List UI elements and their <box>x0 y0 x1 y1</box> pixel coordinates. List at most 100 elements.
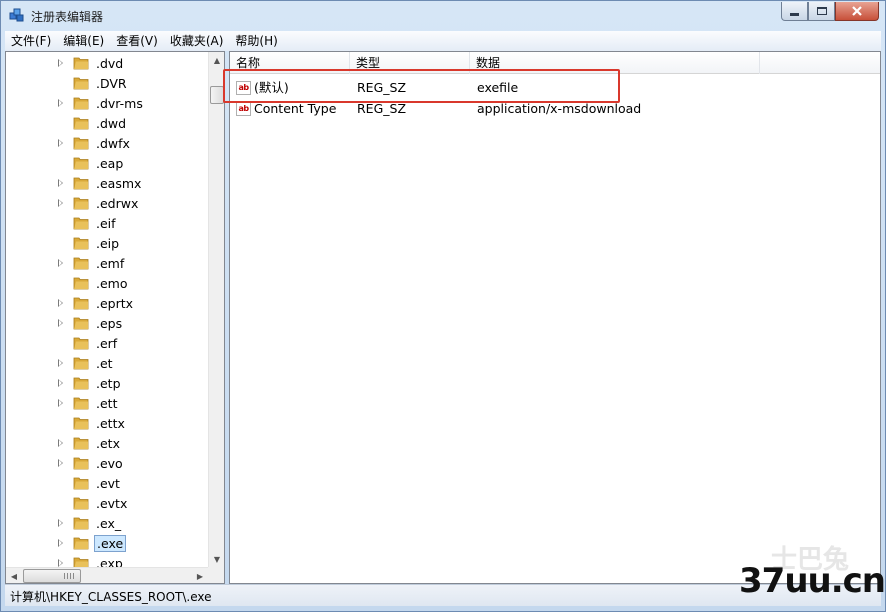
tree-item-label: .eps <box>96 316 123 331</box>
expand-arrow-icon[interactable] <box>58 179 63 187</box>
expand-arrow-icon[interactable] <box>58 539 63 547</box>
title-bar[interactable]: 注册表编辑器 <box>1 1 885 31</box>
tree-item-label: .edrwx <box>96 196 139 211</box>
tree-item-label: .ett <box>96 396 118 411</box>
expand-arrow-icon[interactable] <box>58 379 63 387</box>
scroll-up-arrow-icon[interactable]: ▲ <box>209 52 225 68</box>
folder-icon <box>73 477 89 490</box>
tree-item[interactable]: .evo <box>6 454 208 474</box>
folder-icon <box>73 337 89 350</box>
tree-item[interactable]: .easmx <box>6 174 208 194</box>
tree-item[interactable]: .evt <box>6 474 208 494</box>
registry-editor-window: 注册表编辑器 文件(F) 编辑(E) 查看(V) 收藏夹(A) 帮助(H) .d… <box>0 0 886 612</box>
tree-item[interactable]: .DVR <box>6 74 208 94</box>
tree-item[interactable]: .eprtx <box>6 294 208 314</box>
tree-item[interactable]: .et <box>6 354 208 374</box>
close-button[interactable] <box>835 2 879 21</box>
folder-icon <box>73 297 89 310</box>
key-tree: .dvd .DVR .dvr-ms .dwd .dwfx .eap .easmx .edrwx… <box>6 52 208 567</box>
folder-icon <box>73 257 89 270</box>
menu-help[interactable]: 帮助(H) <box>229 31 283 51</box>
expand-arrow-icon[interactable] <box>58 559 63 567</box>
menu-view[interactable]: 查看(V) <box>110 31 164 51</box>
tree-horizontal-scroll-thumb[interactable] <box>23 569 81 583</box>
tree-item[interactable]: .ex_ <box>6 514 208 534</box>
tree-item[interactable]: .evtx <box>6 494 208 514</box>
tree-item[interactable]: .erf <box>6 334 208 354</box>
menu-file[interactable]: 文件(F) <box>5 31 57 51</box>
tree-vertical-scroll-thumb[interactable] <box>210 86 224 104</box>
tree-item-label: .et <box>96 356 113 371</box>
folder-icon <box>73 157 89 170</box>
tree-item[interactable]: .emo <box>6 274 208 294</box>
tree-item-label: .dwd <box>96 116 127 131</box>
expand-arrow-icon[interactable] <box>58 439 63 447</box>
folder-icon <box>73 117 89 130</box>
folder-icon <box>73 377 89 390</box>
expand-arrow-icon[interactable] <box>58 299 63 307</box>
expand-arrow-icon[interactable] <box>58 99 63 107</box>
expand-arrow-icon[interactable] <box>58 399 63 407</box>
expand-arrow-icon[interactable] <box>58 259 63 267</box>
tree-item[interactable]: .dvd <box>6 54 208 74</box>
minimize-button[interactable] <box>781 2 808 21</box>
key-tree-pane[interactable]: .dvd .DVR .dvr-ms .dwd .dwfx .eap .easmx .edrwx… <box>5 51 225 584</box>
folder-icon <box>73 497 89 510</box>
tree-item[interactable]: .ett <box>6 394 208 414</box>
tree-item[interactable]: .eap <box>6 154 208 174</box>
expand-arrow-icon[interactable] <box>58 359 63 367</box>
tree-horizontal-scrollbar[interactable]: ◀ ▶ <box>6 567 208 583</box>
tree-item[interactable]: .edrwx <box>6 194 208 214</box>
tree-item-label: .dwfx <box>96 136 130 151</box>
tree-item[interactable]: .eps <box>6 314 208 334</box>
tree-item-label: .DVR <box>96 76 127 91</box>
tree-item[interactable]: .emf <box>6 254 208 274</box>
tree-item-label: .emo <box>96 276 128 291</box>
scroll-left-arrow-icon[interactable]: ◀ <box>6 568 22 584</box>
tree-item-label: .easmx <box>96 176 142 191</box>
folder-icon <box>73 57 89 70</box>
close-icon <box>852 6 862 16</box>
expand-arrow-icon[interactable] <box>58 519 63 527</box>
scroll-down-arrow-icon[interactable]: ▼ <box>209 551 225 567</box>
folder-icon <box>73 277 89 290</box>
tree-item[interactable]: .etp <box>6 374 208 394</box>
tree-item[interactable]: .exe <box>6 534 208 554</box>
expand-arrow-icon[interactable] <box>58 459 63 467</box>
maximize-button[interactable] <box>808 2 835 21</box>
tree-item[interactable]: .dvr-ms <box>6 94 208 114</box>
value-list-pane[interactable]: 名称 类型 数据 ab (默认) REG_SZ exefile ab Conte… <box>229 51 881 584</box>
folder-icon <box>73 97 89 110</box>
folder-icon <box>73 317 89 330</box>
expand-arrow-icon[interactable] <box>58 59 63 67</box>
folder-icon <box>73 217 89 230</box>
tree-item[interactable]: .etx <box>6 434 208 454</box>
tree-item[interactable]: .exp <box>6 554 208 567</box>
tree-item[interactable]: .eip <box>6 234 208 254</box>
folder-icon <box>73 557 89 567</box>
string-value-icon: ab <box>236 102 251 116</box>
tree-vertical-scrollbar[interactable]: ▲ ▼ <box>208 52 224 567</box>
expand-arrow-icon[interactable] <box>58 199 63 207</box>
folder-icon <box>73 77 89 90</box>
tree-item[interactable]: .eif <box>6 214 208 234</box>
expand-arrow-icon[interactable] <box>58 139 63 147</box>
tree-item-label: .etp <box>96 376 121 391</box>
folder-icon <box>73 397 89 410</box>
tree-item-label: .exe <box>94 535 127 552</box>
tree-item-label: .eip <box>96 236 120 251</box>
menu-favorites[interactable]: 收藏夹(A) <box>164 31 230 51</box>
tree-item[interactable]: .dwd <box>6 114 208 134</box>
expand-arrow-icon[interactable] <box>58 319 63 327</box>
scroll-right-arrow-icon[interactable]: ▶ <box>192 568 208 584</box>
menu-edit[interactable]: 编辑(E) <box>57 31 110 51</box>
tree-item-label: .ettx <box>96 416 125 431</box>
folder-icon <box>73 177 89 190</box>
folder-icon <box>73 517 89 530</box>
column-header-filler <box>760 52 880 74</box>
tree-item[interactable]: .ettx <box>6 414 208 434</box>
tree-item-label: .exp <box>96 556 123 567</box>
tree-item-label: .emf <box>96 256 125 271</box>
tree-item[interactable]: .dwfx <box>6 134 208 154</box>
folder-icon <box>73 457 89 470</box>
